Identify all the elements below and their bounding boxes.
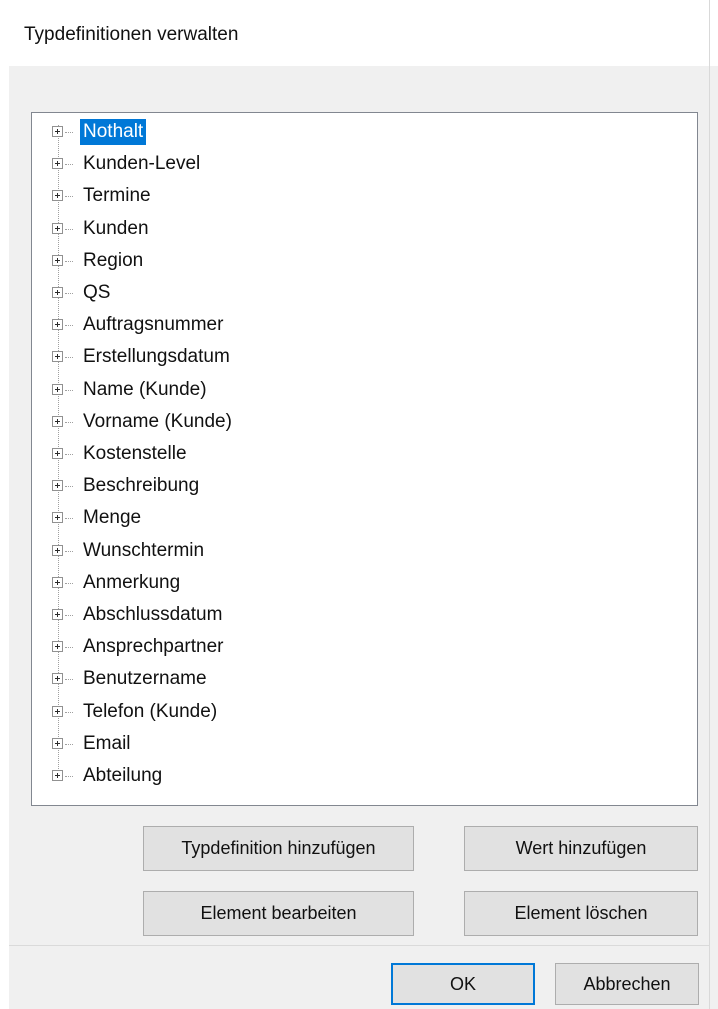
tree-item-label[interactable]: Vorname (Kunde) bbox=[80, 409, 235, 435]
delete-element-button[interactable]: Element löschen bbox=[464, 891, 698, 936]
tree-item[interactable]: Name (Kunde) bbox=[32, 375, 697, 407]
tree-branch-line bbox=[65, 389, 73, 391]
tree-branch-line bbox=[65, 679, 73, 681]
tree-branch-line bbox=[65, 454, 73, 455]
tree-item-label[interactable]: Termine bbox=[80, 183, 154, 209]
tree-item-label[interactable]: Anmerkung bbox=[80, 570, 183, 596]
tree-item-label[interactable]: Menge bbox=[80, 505, 144, 531]
add-type-definition-button[interactable]: Typdefinition hinzufügen bbox=[143, 826, 414, 871]
tree-branch-line bbox=[65, 647, 73, 649]
ok-button[interactable]: OK bbox=[391, 963, 535, 1005]
expand-plus-icon[interactable] bbox=[52, 190, 63, 202]
tree-item[interactable]: Vorname (Kunde) bbox=[32, 407, 697, 439]
expand-plus-icon[interactable] bbox=[52, 641, 63, 653]
expand-plus-icon[interactable] bbox=[52, 158, 63, 170]
tree-branch-line bbox=[65, 260, 73, 262]
title-bar: Typdefinitionen verwalten bbox=[0, 0, 718, 66]
tree-item[interactable]: Abschlussdatum bbox=[32, 600, 697, 632]
type-definition-tree[interactable]: Nothalt Kunden-Level Termine Kunden Region QS… bbox=[31, 112, 698, 806]
tree-branch-line bbox=[65, 743, 73, 745]
tree-item-label[interactable]: QS bbox=[80, 280, 113, 306]
expand-plus-icon[interactable] bbox=[52, 287, 63, 298]
tree-item-label[interactable]: Email bbox=[80, 731, 134, 757]
expand-plus-icon[interactable] bbox=[52, 770, 63, 781]
tree-branch-line bbox=[65, 776, 73, 777]
tree-item-label[interactable]: Abschlussdatum bbox=[80, 602, 225, 628]
tree-item-label[interactable]: Beschreibung bbox=[80, 473, 202, 499]
manage-type-definitions-dialog: Typdefinitionen verwalten Nothalt Kunden-… bbox=[0, 0, 718, 1009]
tree-branch-line bbox=[65, 228, 73, 230]
tree-item[interactable]: Erstellungsdatum bbox=[32, 342, 697, 374]
cancel-button[interactable]: Abbrechen bbox=[555, 963, 699, 1005]
tree-item-label[interactable]: Ansprechpartner bbox=[80, 634, 226, 660]
tree-item-label[interactable]: Name (Kunde) bbox=[80, 377, 210, 403]
tree-item[interactable]: Auftragsnummer bbox=[32, 310, 697, 342]
tree-item[interactable]: Menge bbox=[32, 503, 697, 535]
expand-plus-icon[interactable] bbox=[52, 609, 63, 620]
expand-plus-icon[interactable] bbox=[52, 705, 63, 717]
expand-plus-icon[interactable] bbox=[52, 319, 63, 331]
expand-plus-icon[interactable] bbox=[52, 576, 63, 588]
tree-branch-line bbox=[65, 357, 73, 359]
tree-item[interactable]: QS bbox=[32, 278, 697, 310]
expand-plus-icon[interactable] bbox=[52, 544, 63, 556]
tree-item[interactable]: Abteilung bbox=[32, 761, 697, 793]
tree-item[interactable]: Anmerkung bbox=[32, 568, 697, 600]
expand-plus-icon[interactable] bbox=[52, 448, 63, 459]
tree-item[interactable]: Termine bbox=[32, 181, 697, 213]
tree-item-label[interactable]: Region bbox=[80, 248, 146, 274]
tree-branch-line bbox=[65, 550, 73, 552]
expand-plus-icon[interactable] bbox=[52, 737, 63, 749]
dialog-title: Typdefinitionen verwalten bbox=[24, 24, 239, 45]
edit-element-button[interactable]: Element bearbeiten bbox=[143, 891, 414, 936]
tree-branch-line bbox=[65, 325, 73, 327]
expand-plus-icon[interactable] bbox=[52, 351, 63, 363]
tree-item[interactable]: Kunden bbox=[32, 214, 697, 246]
button-area-separator bbox=[9, 945, 709, 946]
tree-branch-line bbox=[65, 615, 73, 616]
tree-branch-line bbox=[65, 711, 73, 713]
tree-item-label[interactable]: Benutzername bbox=[80, 666, 210, 692]
tree-item[interactable]: Ansprechpartner bbox=[32, 632, 697, 664]
tree-item[interactable]: Benutzername bbox=[32, 664, 697, 696]
tree-item[interactable]: Wunschtermin bbox=[32, 536, 697, 568]
tree-item-label[interactable]: Auftragsnummer bbox=[80, 312, 226, 338]
tree-branch-line bbox=[65, 486, 73, 488]
expand-plus-icon[interactable] bbox=[52, 254, 63, 266]
tree-branch-line bbox=[65, 421, 73, 423]
expand-plus-icon[interactable] bbox=[52, 673, 63, 685]
tree-item[interactable]: Region bbox=[32, 246, 697, 278]
tree-item[interactable]: Nothalt bbox=[32, 117, 697, 149]
expand-plus-icon[interactable] bbox=[52, 126, 63, 137]
tree-item-label[interactable]: Nothalt bbox=[80, 119, 147, 145]
tree-item-label[interactable]: Kunden-Level bbox=[80, 151, 203, 177]
expand-plus-icon[interactable] bbox=[52, 480, 63, 492]
tree-branch-line bbox=[65, 582, 73, 584]
expand-plus-icon[interactable] bbox=[52, 222, 63, 234]
tree-item-label[interactable]: Abteilung bbox=[80, 763, 165, 789]
tree-item[interactable]: Beschreibung bbox=[32, 471, 697, 503]
tree-item[interactable]: Email bbox=[32, 729, 697, 761]
tree-item-label[interactable]: Telefon (Kunde) bbox=[80, 699, 220, 725]
tree-item[interactable]: Kunden-Level bbox=[32, 149, 697, 181]
add-value-button[interactable]: Wert hinzufügen bbox=[464, 826, 698, 871]
tree-item[interactable]: Kostenstelle bbox=[32, 439, 697, 471]
tree-item[interactable]: Telefon (Kunde) bbox=[32, 697, 697, 729]
tree-branch-line bbox=[65, 132, 73, 133]
tree-item-label[interactable]: Erstellungsdatum bbox=[80, 344, 233, 370]
expand-plus-icon[interactable] bbox=[52, 512, 63, 524]
tree-branch-line bbox=[65, 518, 73, 520]
tree-branch-line bbox=[65, 293, 73, 294]
expand-plus-icon[interactable] bbox=[52, 415, 63, 427]
tree-branch-line bbox=[65, 196, 73, 198]
window-border bbox=[709, 0, 710, 1009]
tree-item-label[interactable]: Wunschtermin bbox=[80, 538, 207, 564]
tree-item-label[interactable]: Kostenstelle bbox=[80, 441, 190, 467]
expand-plus-icon[interactable] bbox=[52, 383, 63, 395]
tree-item-label[interactable]: Kunden bbox=[80, 216, 152, 242]
tree-branch-line bbox=[65, 164, 73, 166]
